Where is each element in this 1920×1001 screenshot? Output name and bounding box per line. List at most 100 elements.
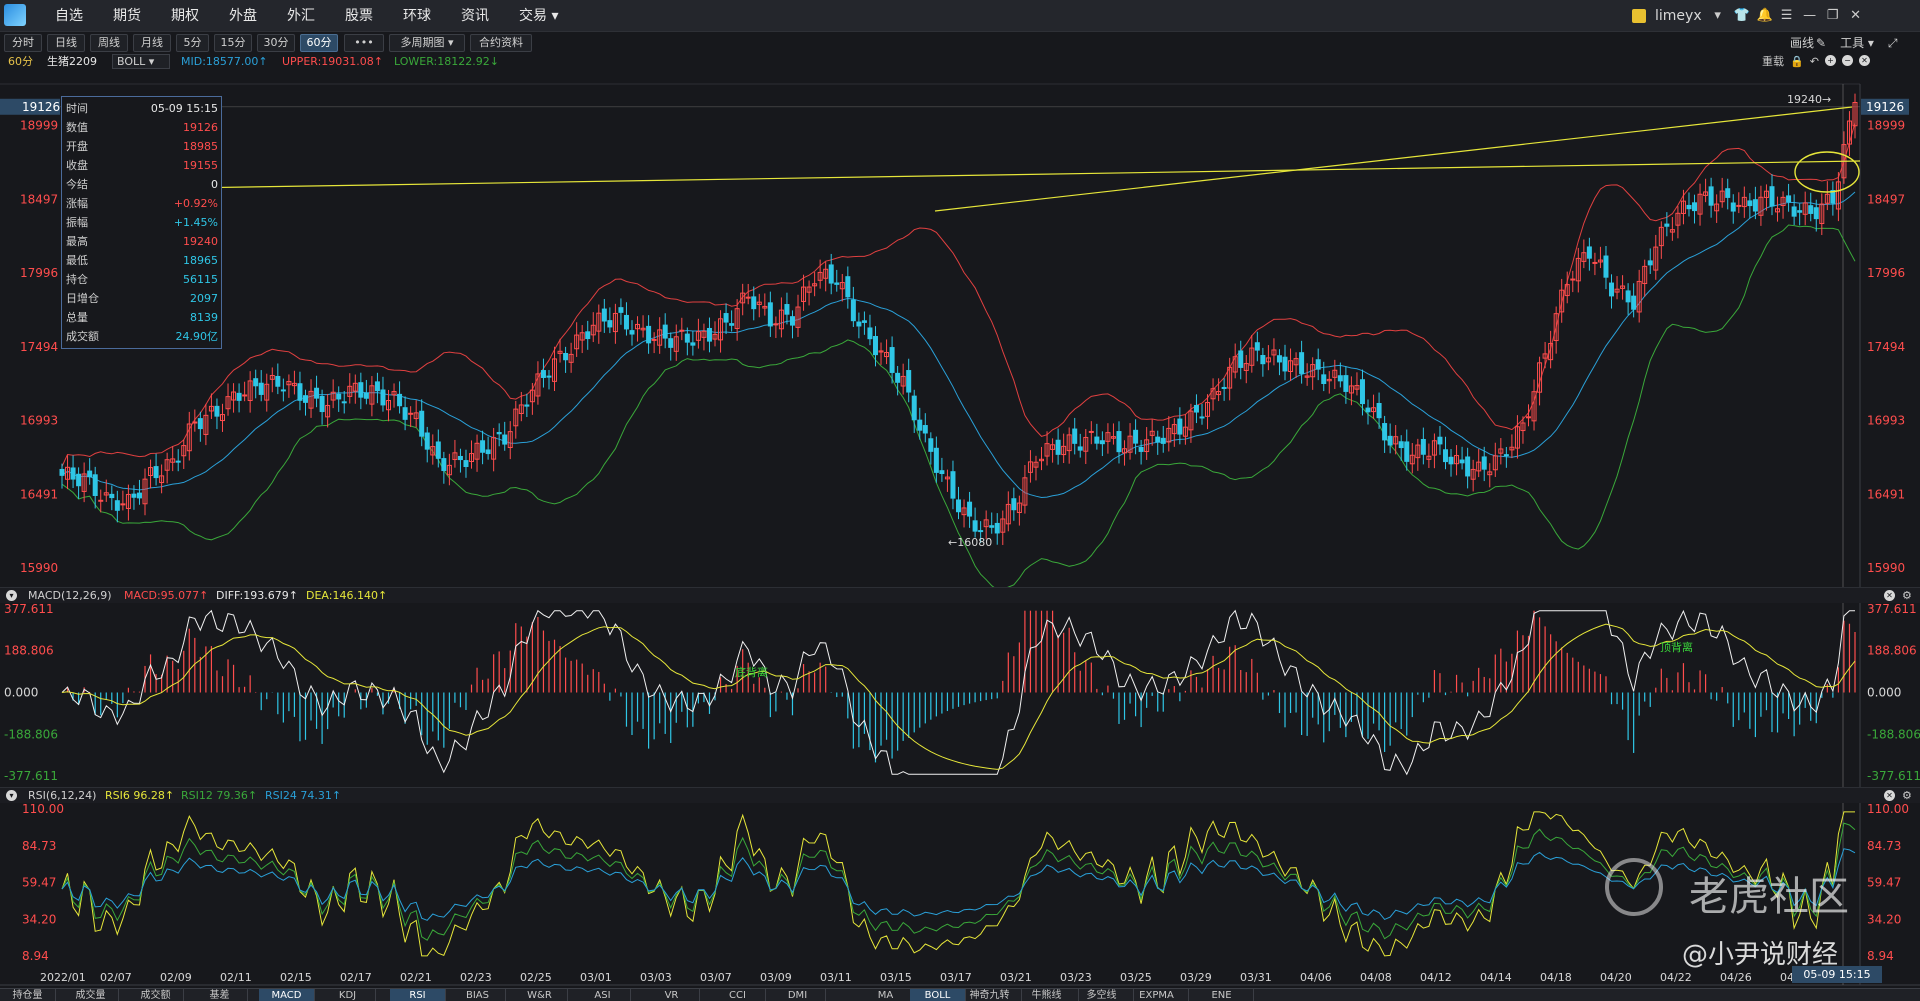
date-tick: 03/17 xyxy=(940,971,972,984)
tab-8[interactable]: W&R xyxy=(512,989,568,1001)
rsi-settings-icon[interactable]: ⚙ xyxy=(1902,788,1912,804)
candle-body xyxy=(623,314,629,330)
candle-body xyxy=(114,500,120,511)
date-tick: 02/09 xyxy=(160,971,192,984)
candle-body xyxy=(242,394,248,397)
tab-13[interactable]: MA xyxy=(858,989,914,1001)
boll-lower-line xyxy=(61,224,1856,591)
date-tick: 03/15 xyxy=(880,971,912,984)
macd-legend: ▾ MACD(12,26,9) MACD:95.077↑ DIFF:193.67… xyxy=(0,587,1920,603)
rsi-close-icon[interactable]: ✕ xyxy=(1884,790,1895,801)
price-tick: 17996 xyxy=(1867,266,1905,280)
candle-body xyxy=(1813,207,1819,220)
candle-body xyxy=(546,375,552,378)
candle-body xyxy=(1570,278,1576,281)
date-tick: 04/12 xyxy=(1420,971,1452,984)
candle-body xyxy=(1238,350,1244,368)
info-value: 18985 xyxy=(183,140,218,153)
tab-2[interactable]: 成交额 xyxy=(128,989,184,1001)
candle-body xyxy=(1055,439,1061,455)
macd-tick-left: -188.806 xyxy=(4,727,58,741)
trading-app: { "nav":["自选","期货","期权","外盘","外汇","股票","… xyxy=(0,0,1920,1001)
tab-9[interactable]: ASI xyxy=(575,989,631,1001)
tab-18[interactable]: EXPMA xyxy=(1125,989,1189,1001)
candle-body xyxy=(1730,202,1736,212)
tab-5[interactable]: KDJ xyxy=(320,989,376,1001)
chart-canvas[interactable]: 18999 18999 18497 18497 17996 17996 17494 17494… xyxy=(0,0,1920,1001)
candle-body xyxy=(1011,498,1017,511)
date-tick: 03/23 xyxy=(1060,971,1092,984)
price-tick-left: 18999 xyxy=(20,118,58,132)
current-price-right: 19126 xyxy=(1866,100,1904,114)
candle-body xyxy=(92,474,98,496)
tab-0[interactable]: 持仓量 xyxy=(0,989,56,1001)
tab-11[interactable]: CCI xyxy=(710,989,766,1001)
macd-tick: -188.806 xyxy=(1867,727,1920,741)
macd-collapse-icon[interactable]: ▾ xyxy=(6,590,17,601)
candle-body xyxy=(363,392,369,399)
candle-body xyxy=(1603,255,1609,278)
candle-body xyxy=(1586,246,1592,259)
candle-body xyxy=(972,520,978,532)
tab-4[interactable]: MACD xyxy=(259,989,315,1001)
info-key: 开盘 xyxy=(66,140,88,153)
candle-body xyxy=(1315,359,1321,370)
tab-1[interactable]: 成交量 xyxy=(63,989,119,1001)
price-tick-left: 18497 xyxy=(20,192,58,206)
info-value: +0.92% xyxy=(173,197,218,210)
info-value: 8139 xyxy=(190,311,218,324)
rsi24-line xyxy=(61,848,1856,921)
tab-6[interactable]: RSI xyxy=(390,989,446,1001)
tab-3[interactable]: 基差 xyxy=(192,989,248,1001)
date-tick: 02/17 xyxy=(340,971,372,984)
rsi12-line xyxy=(61,822,1856,941)
candle-body xyxy=(59,468,65,476)
date-tick: 2022/01 xyxy=(40,971,86,984)
candle-body xyxy=(109,493,115,499)
candle-body xyxy=(1465,456,1471,477)
candle-body xyxy=(1177,418,1183,435)
date-tick: 03/29 xyxy=(1180,971,1212,984)
tab-19[interactable]: ENE xyxy=(1190,989,1254,1001)
candle-body xyxy=(280,389,286,392)
tab-7[interactable]: BIAS xyxy=(450,989,506,1001)
macd-tick-left: 188.806 xyxy=(4,644,54,658)
candle-body xyxy=(729,323,735,326)
candle-body xyxy=(374,381,380,392)
date-tick: 04/06 xyxy=(1300,971,1332,984)
rsi-tick-left: 8.94 xyxy=(22,949,49,963)
macd-settings-icon[interactable]: ⚙ xyxy=(1902,588,1912,604)
candle-body xyxy=(706,327,712,342)
info-row: 成交额 24.90亿 xyxy=(66,327,218,346)
candle-body xyxy=(441,458,447,472)
candle-body xyxy=(989,525,995,528)
info-value: 18965 xyxy=(183,254,218,267)
candle-body xyxy=(297,383,303,401)
candle-body xyxy=(1359,379,1365,405)
tab-10[interactable]: VR xyxy=(644,989,700,1001)
candle-body xyxy=(1077,446,1083,451)
candle-body xyxy=(618,307,624,313)
tab-12[interactable]: DMI xyxy=(770,989,826,1001)
info-row: 总量 8139 xyxy=(66,308,218,327)
candle-body xyxy=(751,296,757,310)
candle-body xyxy=(922,425,928,434)
candle-body xyxy=(646,325,652,344)
candle-body xyxy=(1481,456,1487,470)
candle-body xyxy=(98,499,104,502)
candle-body xyxy=(87,470,93,478)
candle-body xyxy=(850,299,856,322)
candle-body xyxy=(1254,342,1260,351)
price-tick-left: 17494 xyxy=(20,340,58,354)
candle-body xyxy=(380,389,386,406)
rsi-tick-left: 110.00 xyxy=(22,802,64,816)
rsi-collapse-icon[interactable]: ▾ xyxy=(6,790,17,801)
candle-body xyxy=(1160,437,1166,444)
macd-close-icon[interactable]: ✕ xyxy=(1884,590,1895,601)
date-tick: 02/07 xyxy=(100,971,132,984)
candle-body xyxy=(424,432,430,450)
tab-15[interactable]: 神奇九转 xyxy=(958,989,1022,1001)
rsi12-value: RSI12 79.36↑ xyxy=(181,789,258,802)
candle-body xyxy=(336,393,342,400)
candle-body xyxy=(690,342,696,346)
